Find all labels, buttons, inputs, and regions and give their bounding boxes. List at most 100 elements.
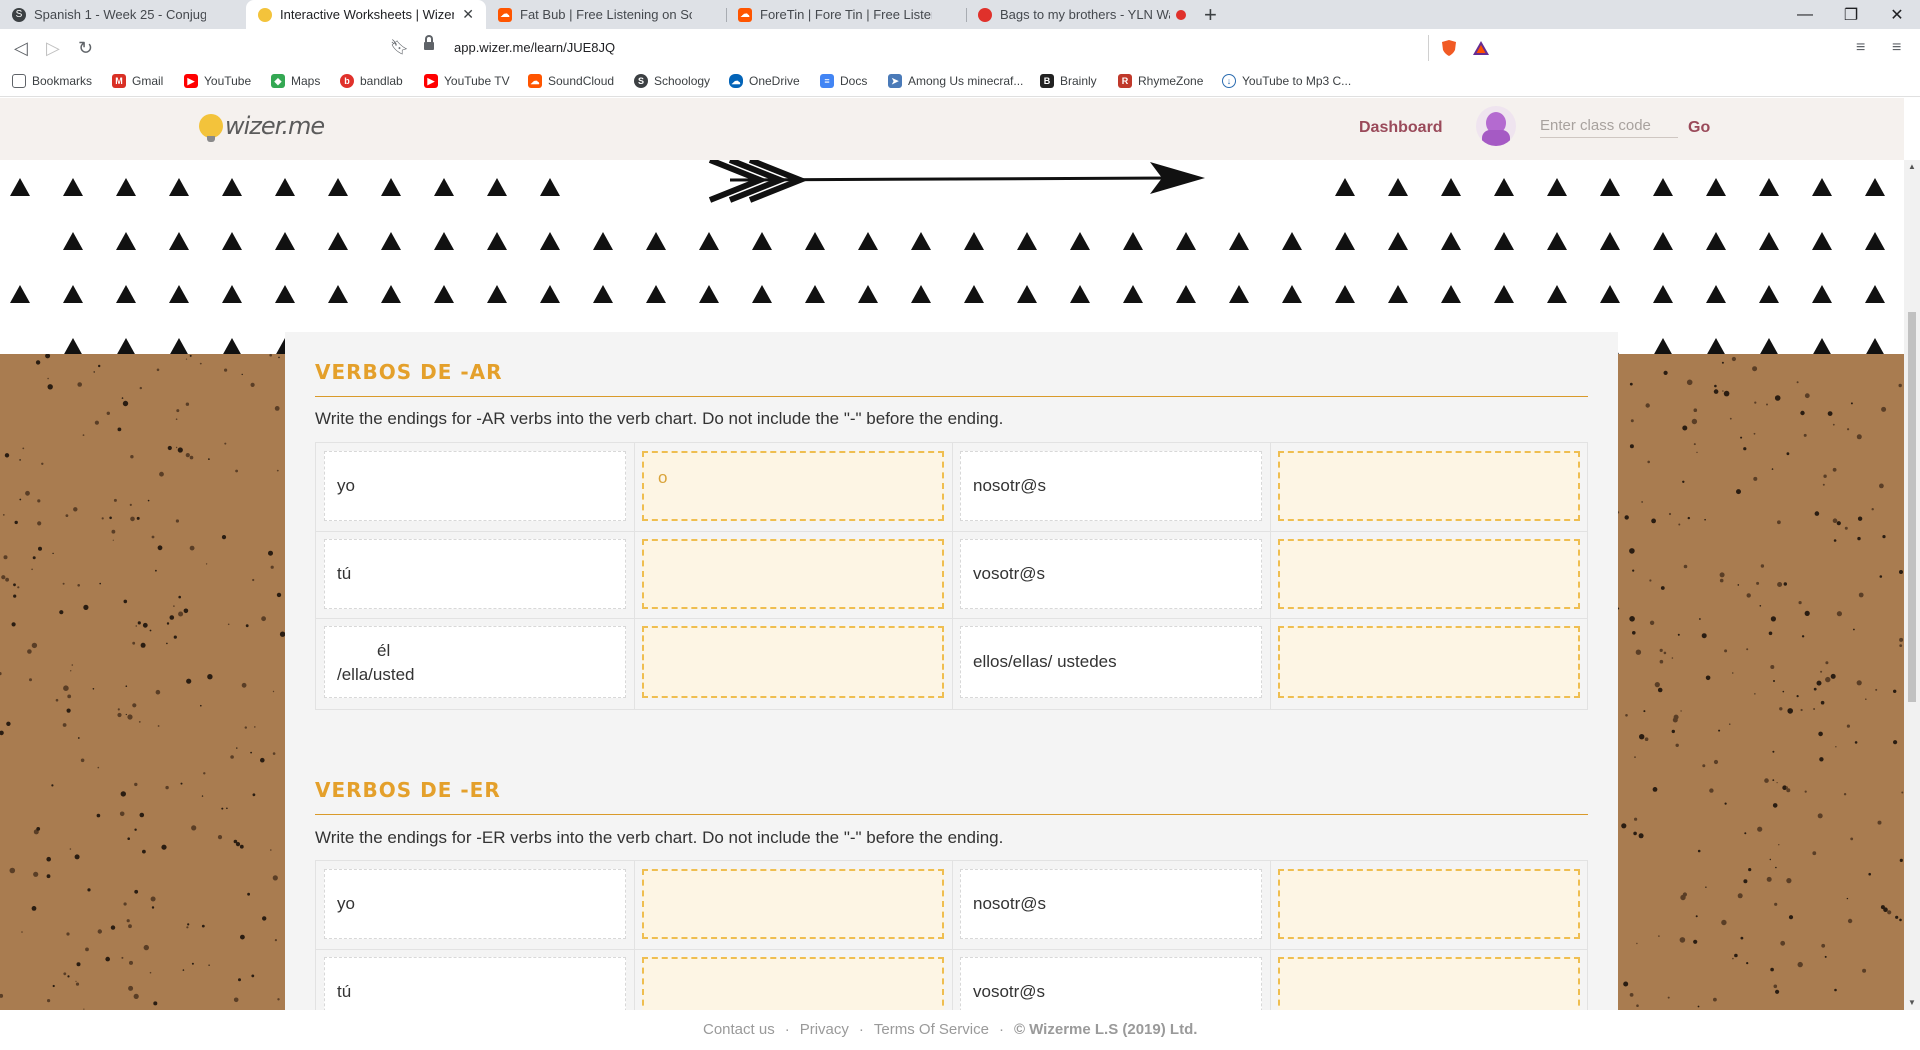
- media-controls-icon[interactable]: ≡: [1856, 39, 1865, 57]
- bookmark-soundcloud[interactable]: ☁ SoundCloud: [528, 74, 614, 88]
- answer-input-ar-el[interactable]: [642, 626, 944, 698]
- tab-title: Spanish 1 - Week 25 - Conjugating -A: [34, 7, 206, 22]
- site-footer: Contact us · Privacy · Terms Of Service …: [0, 1010, 1920, 1050]
- bookmark-schoology[interactable]: S Schoology: [634, 74, 710, 88]
- cork-speckle: [252, 793, 256, 797]
- cork-speckle: [127, 714, 133, 720]
- brave-rewards-icon[interactable]: [1472, 39, 1490, 57]
- answer-input-er-tu[interactable]: [642, 957, 944, 1010]
- brave-shield-icon[interactable]: [1440, 39, 1458, 57]
- answer-input-er-yo[interactable]: [642, 869, 944, 939]
- forward-icon[interactable]: ▷: [46, 38, 60, 59]
- answer-input-ar-tu[interactable]: [642, 539, 944, 609]
- grid-line: [1270, 443, 1271, 709]
- cork-speckle: [1766, 876, 1772, 882]
- answer-input-ar-ellos[interactable]: [1278, 626, 1580, 698]
- bookmark-youtube-tv[interactable]: ▶ YouTube TV: [424, 74, 510, 88]
- bookmark-bookmarks[interactable]: Bookmarks: [12, 74, 92, 88]
- cork-speckle: [1898, 383, 1902, 388]
- cork-speckle: [177, 447, 183, 453]
- bookmark-label: Schoology: [654, 74, 711, 88]
- cork-speckle: [1618, 607, 1620, 610]
- cork-speckle: [182, 969, 185, 971]
- cork-speckle: [80, 758, 85, 763]
- restore-icon[interactable]: ❐: [1828, 0, 1874, 29]
- bookmark-page-icon[interactable]: 🔖︎: [390, 38, 409, 56]
- tab-spanish-week25[interactable]: S Spanish 1 - Week 25 - Conjugating -A: [0, 0, 246, 29]
- tab-bags-to-my-brothers[interactable]: Bags to my brothers - YLN Wa$te: [966, 0, 1198, 29]
- class-code-input[interactable]: [1540, 114, 1678, 138]
- cork-speckle: [1696, 451, 1698, 454]
- answer-input-ar-yo[interactable]: [642, 451, 944, 521]
- cork-speckle: [52, 552, 54, 555]
- close-window-icon[interactable]: ✕: [1874, 0, 1920, 29]
- cork-speckle: [67, 975, 70, 978]
- dashboard-link[interactable]: Dashboard: [1359, 119, 1443, 137]
- cork-speckle: [201, 795, 204, 797]
- cork-speckle: [1786, 788, 1791, 793]
- cork-speckle: [129, 960, 133, 965]
- reload-icon[interactable]: ↻: [78, 38, 93, 59]
- bookmark-docs[interactable]: ≡ Docs: [820, 74, 867, 88]
- cork-speckle: [47, 377, 49, 380]
- cork-speckle: [59, 610, 64, 615]
- cork-speckle: [109, 516, 112, 520]
- avatar[interactable]: [1476, 106, 1516, 146]
- bookmark-maps[interactable]: ◆ Maps: [271, 74, 320, 88]
- bookmark-youtube-to-mp3[interactable]: ↓ YouTube to Mp3 C...: [1222, 74, 1351, 88]
- new-tab-icon[interactable]: +: [1204, 2, 1217, 28]
- answer-input-ar-vosotros[interactable]: [1278, 539, 1580, 609]
- cork-speckle: [19, 498, 22, 501]
- cork-speckle: [1753, 432, 1756, 435]
- cork-speckle: [1778, 844, 1780, 846]
- bookmark-bandlab[interactable]: b bandlab: [340, 74, 403, 88]
- wizer-logo[interactable]: wizer.me: [199, 112, 325, 142]
- tab-fat-bub[interactable]: ☁ Fat Bub | Free Listening on SoundClou: [486, 0, 726, 29]
- triangle-shape: [1176, 285, 1196, 303]
- close-tab-icon[interactable]: ✕: [462, 6, 474, 23]
- triangle-shape: [1494, 285, 1514, 303]
- address-bar[interactable]: app.wizer.me/learn/JUE8JQ: [416, 33, 1498, 63]
- onedrive-icon: ☁: [729, 74, 743, 88]
- scroll-up-icon[interactable]: ▲: [1908, 162, 1916, 171]
- url-text[interactable]: app.wizer.me/learn/JUE8JQ: [454, 40, 615, 55]
- cork-speckle: [1901, 791, 1904, 794]
- triangle-shape: [964, 285, 984, 303]
- privacy-link[interactable]: Privacy: [800, 1021, 849, 1038]
- contact-link[interactable]: Contact us: [703, 1021, 775, 1038]
- cork-speckle: [1647, 460, 1650, 464]
- answer-input-ar-nosotros[interactable]: [1278, 451, 1580, 521]
- bookmark-rhymezone[interactable]: R RhymeZone: [1118, 74, 1203, 88]
- cork-speckle: [41, 462, 44, 465]
- tab-foretin[interactable]: ☁ ForeTin | Fore Tin | Free Listening on…: [726, 0, 966, 29]
- back-icon[interactable]: ◁: [14, 38, 28, 59]
- bookmark-onedrive[interactable]: ☁ OneDrive: [729, 74, 800, 88]
- menu-icon[interactable]: ≡: [1892, 39, 1901, 57]
- scrollbar-thumb[interactable]: [1908, 312, 1916, 702]
- cork-speckle: [268, 550, 273, 556]
- cork-speckle: [32, 556, 36, 560]
- go-button[interactable]: Go: [1688, 119, 1710, 137]
- bookmark-gmail[interactable]: M Gmail: [112, 74, 163, 88]
- cork-speckle: [156, 368, 160, 372]
- scroll-down-icon[interactable]: ▼: [1908, 998, 1916, 1007]
- youtube-icon: ▶: [184, 74, 198, 88]
- bandlab-icon: [978, 7, 992, 22]
- cork-speckle: [1639, 734, 1645, 740]
- cork-speckle: [82, 434, 85, 436]
- cork-speckle: [208, 964, 210, 966]
- answer-input-er-vosotros[interactable]: [1278, 957, 1580, 1010]
- page-scrollbar[interactable]: ▲ ▼: [1904, 160, 1920, 1010]
- bookmark-among-us[interactable]: ➤ Among Us minecraf...: [888, 74, 1023, 88]
- toolbar-divider: [1428, 35, 1429, 61]
- cork-speckle: [272, 752, 276, 755]
- cork-speckle: [120, 791, 127, 797]
- tab-wizer[interactable]: Interactive Worksheets | Wizer.me ✕: [246, 0, 486, 29]
- bookmark-brainly[interactable]: B Brainly: [1040, 74, 1097, 88]
- minimize-icon[interactable]: —: [1782, 0, 1828, 29]
- copyright: © Wizerme L.S (2019) Ltd.: [1013, 1021, 1198, 1038]
- bookmark-youtube[interactable]: ▶ YouTube: [184, 74, 251, 88]
- cork-speckle: [63, 685, 69, 691]
- terms-link[interactable]: Terms Of Service: [874, 1021, 989, 1038]
- answer-input-er-nosotros[interactable]: [1278, 869, 1580, 939]
